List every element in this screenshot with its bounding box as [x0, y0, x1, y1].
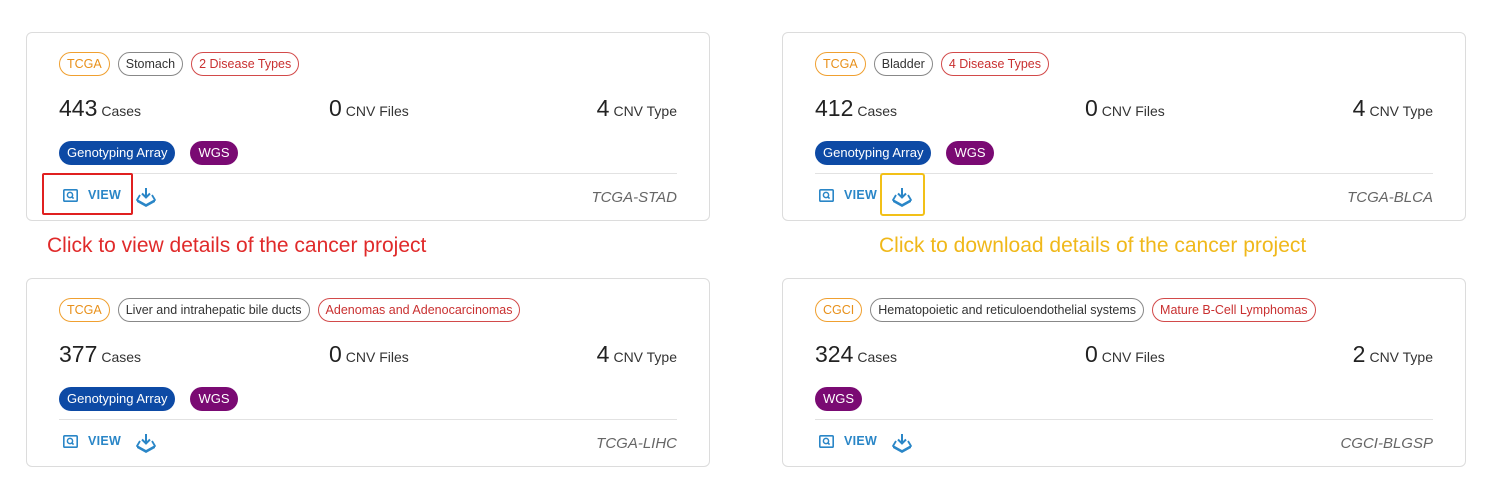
cnv-type-count: 4 — [596, 341, 610, 367]
project-card: TCGA Liver and intrahepatic bile ducts A… — [26, 278, 710, 467]
disease-types-tag: Adenomas and Adenocarcinomas — [317, 298, 521, 322]
download-highlight-box — [880, 173, 925, 216]
primary-site-tag: Liver and intrahepatic bile ducts — [117, 298, 310, 322]
card-footer: VIEW TCGA-STAD — [59, 183, 677, 213]
download-button[interactable] — [136, 433, 156, 453]
cnv-files-stat: 0 CNV Files — [329, 341, 409, 368]
cnv-type-count: 2 — [1352, 341, 1366, 367]
card-tags: TCGA Stomach 2 Disease Types — [59, 52, 300, 76]
disease-types-tag: 2 Disease Types — [191, 52, 300, 76]
cases-count: 324 — [815, 341, 854, 367]
cnv-type-stat: 4 CNV Type — [1353, 95, 1433, 122]
cnv-type-stat: 4 CNV Type — [597, 341, 677, 368]
divider — [59, 173, 677, 174]
search-doc-icon — [63, 434, 78, 448]
primary-site-tag: Bladder — [873, 52, 933, 76]
primary-site-tag: Stomach — [117, 52, 184, 76]
cases-count: 377 — [59, 341, 98, 367]
strategy-list: Genotyping Array WGS — [59, 387, 238, 411]
cnv-type-stat: 4 CNV Type — [597, 95, 677, 122]
cnv-files-stat: 0 CNV Files — [1085, 341, 1165, 368]
cnv-files-unit: CNV Files — [345, 349, 409, 365]
strategy-list: Genotyping Array WGS — [815, 141, 994, 165]
cases-unit: Cases — [101, 103, 142, 119]
cases-count: 412 — [815, 95, 854, 121]
cnv-files-unit: CNV Files — [1101, 103, 1165, 119]
cnv-type-count: 4 — [1352, 95, 1366, 121]
disease-types-tag: Mature B-Cell Lymphomas — [1152, 298, 1316, 322]
program-tag: CGCI — [815, 298, 863, 322]
strategy-pill-wgs: WGS — [815, 387, 863, 411]
view-label: VIEW — [844, 188, 878, 202]
cases-unit: Cases — [101, 349, 142, 365]
card-stats: 377 Cases 0 CNV Files 4 CNV Type — [59, 341, 677, 371]
strategy-pill-wgs: WGS — [190, 387, 238, 411]
cases-stat: 377 Cases — [59, 341, 141, 368]
cnv-type-unit: CNV Type — [613, 103, 677, 119]
strategy-pill-genotyping-array: Genotyping Array — [59, 387, 176, 411]
card-footer: VIEW CGCI-BLGSP — [815, 429, 1433, 459]
project-id: CGCI-BLGSP — [1340, 435, 1433, 452]
project-id: TCGA-STAD — [591, 189, 677, 206]
download-button[interactable] — [892, 433, 912, 453]
card-tags: CGCI Hematopoietic and reticuloendotheli… — [815, 298, 1316, 322]
download-tray-icon — [892, 433, 912, 453]
cases-stat: 443 Cases — [59, 95, 141, 122]
disease-types-tag: 4 Disease Types — [940, 52, 1050, 76]
view-label: VIEW — [88, 434, 122, 448]
cnv-files-stat: 0 CNV Files — [1085, 95, 1165, 122]
search-doc-icon — [819, 434, 834, 448]
view-annotation: Click to view details of the cancer proj… — [47, 234, 427, 257]
program-tag: TCGA — [59, 298, 110, 322]
cnv-type-unit: CNV Type — [613, 349, 677, 365]
program-tag: TCGA — [815, 52, 866, 76]
primary-site-tag: Hematopoietic and reticuloendothelial sy… — [870, 298, 1145, 322]
card-tags: TCGA Bladder 4 Disease Types — [815, 52, 1050, 76]
cnv-type-unit: CNV Type — [1369, 103, 1433, 119]
card-tags: TCGA Liver and intrahepatic bile ducts A… — [59, 298, 521, 322]
download-tray-icon — [136, 187, 156, 207]
cnv-type-stat: 2 CNV Type — [1353, 341, 1433, 368]
cnv-files-count: 0 — [1085, 95, 1098, 121]
cases-stat: 324 Cases — [815, 341, 897, 368]
download-tray-icon — [136, 433, 156, 453]
view-button[interactable]: VIEW — [63, 434, 121, 448]
card-stats: 412 Cases 0 CNV Files 4 CNV Type — [815, 95, 1433, 125]
cnv-type-count: 4 — [596, 95, 610, 121]
download-annotation: Click to download details of the cancer … — [879, 234, 1307, 257]
project-id: TCGA-LIHC — [596, 435, 677, 452]
card-stats: 324 Cases 0 CNV Files 2 CNV Type — [815, 341, 1433, 371]
cnv-files-unit: CNV Files — [1101, 349, 1165, 365]
strategy-pill-wgs: WGS — [190, 141, 238, 165]
cases-unit: Cases — [857, 349, 898, 365]
cnv-files-count: 0 — [329, 95, 342, 121]
project-id: TCGA-BLCA — [1347, 189, 1433, 206]
cnv-files-count: 0 — [1085, 341, 1098, 367]
cnv-files-unit: CNV Files — [345, 103, 409, 119]
view-highlight-box — [42, 173, 133, 215]
strategy-list: Genotyping Array WGS — [59, 141, 238, 165]
project-card: CGCI Hematopoietic and reticuloendotheli… — [782, 278, 1466, 467]
card-footer: VIEW TCGA-LIHC — [59, 429, 677, 459]
divider — [815, 419, 1433, 420]
divider — [59, 419, 677, 420]
download-button[interactable] — [136, 187, 156, 207]
cnv-files-stat: 0 CNV Files — [329, 95, 409, 122]
cnv-type-unit: CNV Type — [1369, 349, 1433, 365]
strategy-list: WGS — [815, 387, 863, 411]
strategy-pill-wgs: WGS — [946, 141, 994, 165]
card-stats: 443 Cases 0 CNV Files 4 CNV Type — [59, 95, 677, 125]
cases-unit: Cases — [857, 103, 898, 119]
view-button[interactable]: VIEW — [819, 188, 877, 202]
strategy-pill-genotyping-array: Genotyping Array — [815, 141, 932, 165]
search-doc-icon — [819, 188, 834, 202]
cases-count: 443 — [59, 95, 98, 121]
cases-stat: 412 Cases — [815, 95, 897, 122]
view-button[interactable]: VIEW — [819, 434, 877, 448]
strategy-pill-genotyping-array: Genotyping Array — [59, 141, 176, 165]
view-label: VIEW — [844, 434, 878, 448]
cnv-files-count: 0 — [329, 341, 342, 367]
program-tag: TCGA — [59, 52, 110, 76]
